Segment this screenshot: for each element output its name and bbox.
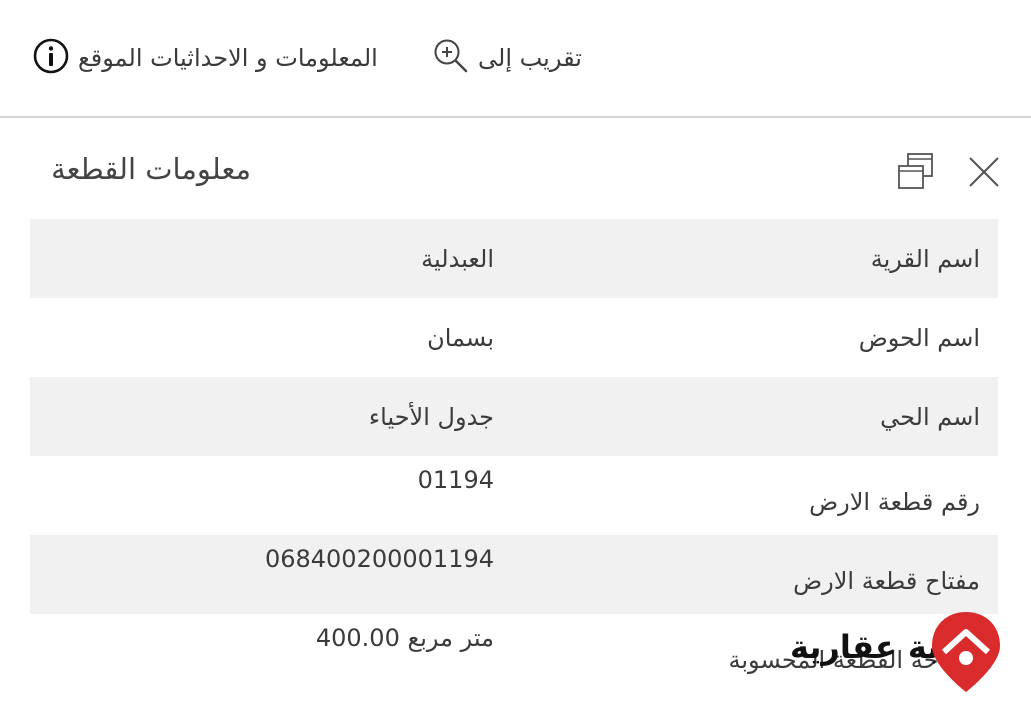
copy-windows-icon[interactable]	[894, 150, 938, 198]
house-pin-icon	[926, 608, 1006, 698]
row-value: جدول الأحياء	[368, 403, 494, 431]
table-row: اسم القرية العبدلية	[30, 219, 998, 298]
table-row: اسم الحي جدول الأحياء	[30, 377, 998, 456]
table-row: اسم الحوض بسمان	[30, 298, 998, 377]
row-value: 068400200001194	[264, 545, 494, 573]
row-value: 01194	[417, 466, 494, 494]
row-value: بسمان	[427, 324, 494, 352]
site-info-button[interactable]: المعلومات و الاحداثيات الموقع	[32, 36, 378, 80]
toolbar: المعلومات و الاحداثيات الموقع تقريب إلى	[0, 0, 1031, 118]
zoom-in-icon	[432, 37, 470, 79]
row-key: رقم قطعة الارض	[809, 488, 980, 516]
row-value: 400.00 متر مربع	[315, 624, 494, 652]
watermark-logo: بوابة عقارية	[790, 600, 1006, 696]
row-key: اسم الحوض	[858, 324, 980, 352]
row-key: اسم القرية	[870, 245, 980, 273]
zoom-to-button[interactable]: تقريب إلى	[432, 36, 582, 80]
zoom-to-label: تقريب إلى	[478, 44, 582, 72]
close-icon[interactable]	[962, 150, 1006, 198]
row-key: مفتاح قطعة الارض	[793, 567, 980, 595]
info-icon	[32, 37, 70, 79]
panel-title: معلومات القطعة	[51, 152, 251, 186]
row-key: اسم الحي	[880, 403, 980, 431]
table-row: رقم قطعة الارض 01194	[30, 456, 998, 535]
site-info-label: المعلومات و الاحداثيات الموقع	[78, 44, 378, 72]
row-value: العبدلية	[421, 245, 494, 273]
panel-header: معلومات القطعة	[0, 140, 1031, 206]
